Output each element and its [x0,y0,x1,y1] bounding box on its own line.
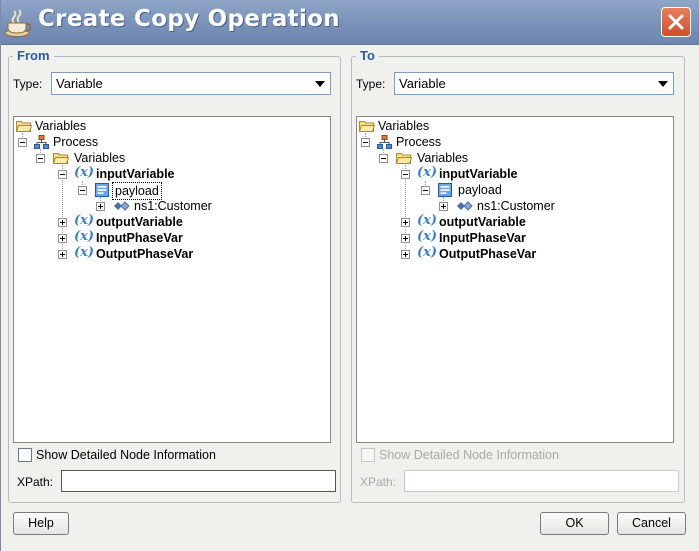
collapse-icon[interactable] [36,154,45,163]
variable-icon: (x) [74,165,95,180]
folder-open-icon [396,153,412,164]
from-type-select[interactable]: Variable [51,72,331,95]
help-button[interactable]: Help [13,512,69,535]
tree-label: Variables [378,119,430,133]
from-show-details-checkbox[interactable] [18,448,32,462]
from-xpath-label: XPath: [17,475,54,489]
coffee-cup-icon [4,9,32,37]
from-panel: From Type: Variable Variables Process Va… [8,48,341,503]
to-variable-tree[interactable]: Variables Process Variables (x) inputVar… [356,116,674,443]
to-type-label: Type: [356,77,386,91]
from-legend: From [13,48,54,63]
tree-label: Variables [35,119,87,133]
variable-icon: (x) [417,229,438,244]
folder-open-icon [359,121,375,132]
create-copy-operation-dialog: Create Copy Operation From Type: Variabl… [0,0,699,551]
to-type-value: Variable [399,76,446,91]
to-legend: To [356,48,379,63]
cancel-button[interactable]: Cancel [617,512,686,535]
tree-label: Variables [74,151,126,165]
tree-label: inputVariable [96,167,175,181]
element-icon [457,201,473,211]
variable-icon: (x) [417,165,438,180]
expand-icon[interactable] [96,202,105,211]
folder-open-icon [53,153,69,164]
title-bar[interactable]: Create Copy Operation [1,0,699,45]
tree-label: OutputPhaseVar [96,247,194,261]
process-icon [377,135,392,149]
expand-icon[interactable] [58,234,67,243]
tree-label: InputPhaseVar [96,231,183,245]
tree-label: ns1:Customer [134,199,212,213]
expand-icon[interactable] [58,218,67,227]
chevron-down-icon[interactable] [658,81,668,87]
element-icon [114,201,130,211]
to-show-details-checkbox[interactable] [361,448,375,462]
expand-icon[interactable] [58,250,67,259]
tree-label: payload [458,183,502,197]
collapse-icon[interactable] [401,170,410,179]
collapse-icon[interactable] [78,186,87,195]
variable-icon: (x) [74,213,95,228]
to-xpath-label: XPath: [360,475,397,489]
tree-label: OutputPhaseVar [439,247,537,261]
collapse-icon[interactable] [58,170,67,179]
tree-label: Process [53,135,99,149]
tree-label: Process [396,135,442,149]
tree-label: outputVariable [96,215,183,229]
tree-label: Variables [417,151,469,165]
expand-icon[interactable] [439,202,448,211]
collapse-icon[interactable] [421,186,430,195]
tree-label: inputVariable [439,167,518,181]
expand-icon[interactable] [401,234,410,243]
window-title: Create Copy Operation [38,6,340,32]
expand-icon[interactable] [401,218,410,227]
expand-icon[interactable] [401,250,410,259]
tree-label: outputVariable [439,215,526,229]
to-xpath-input[interactable] [404,470,679,492]
from-show-details-label: Show Detailed Node Information [36,448,216,462]
variable-icon: (x) [417,213,438,228]
chevron-down-icon[interactable] [315,81,325,87]
from-xpath-input[interactable] [61,470,336,492]
close-icon [668,14,684,30]
to-show-details-label: Show Detailed Node Information [379,448,559,462]
from-type-label: Type: [13,77,43,91]
variable-icon: (x) [417,245,438,260]
variable-icon: (x) [74,229,95,244]
folder-open-icon [16,121,32,132]
ok-button[interactable]: OK [540,512,609,535]
variable-icon: (x) [74,245,95,260]
from-variable-tree[interactable]: Variables Process Variables (x) inputVar… [13,116,331,443]
message-part-icon [95,183,109,197]
process-icon [34,135,49,149]
collapse-icon[interactable] [379,154,388,163]
collapse-icon[interactable] [361,138,370,147]
tree-label: InputPhaseVar [439,231,526,245]
tree-label: ns1:Customer [477,199,555,213]
message-part-icon [438,183,452,197]
to-type-select[interactable]: Variable [394,72,674,95]
from-type-value: Variable [56,76,103,91]
collapse-icon[interactable] [18,138,27,147]
close-button[interactable] [661,7,691,37]
to-panel: To Type: Variable Variables Process Vari… [351,48,685,503]
